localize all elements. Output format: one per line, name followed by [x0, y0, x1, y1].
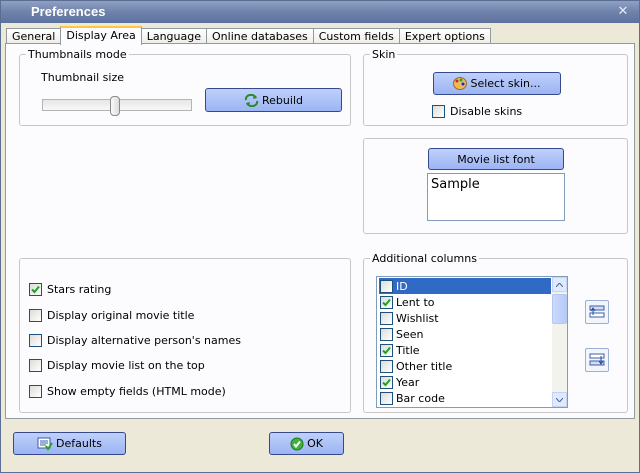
list-item-label: Wishlist [396, 311, 439, 325]
rebuild-button[interactable]: Rebuild [205, 88, 342, 112]
dialog-body: General Display Area Language Online dat… [1, 23, 639, 472]
list-item[interactable]: Wishlist [379, 310, 551, 326]
option-label: Stars rating [47, 283, 112, 296]
additional-columns-group: Additional columns ID Lent to Wishlist S… [363, 252, 628, 413]
list-item[interactable]: Lent to [379, 294, 551, 310]
scroll-up-icon[interactable] [552, 277, 567, 292]
tab-display-area[interactable]: Display Area [60, 26, 142, 45]
list-item[interactable]: Bar code [379, 390, 551, 406]
display-options-group: Stars rating Display original movie titl… [19, 258, 351, 413]
movie-list-font-label: Movie list font [457, 152, 535, 166]
checkbox-box[interactable] [380, 295, 393, 309]
option-display-movie-list-on-top[interactable]: Display movie list on the top [29, 359, 205, 372]
close-icon[interactable]: ✕ [615, 4, 631, 20]
checkbox-box[interactable] [380, 311, 393, 325]
defaults-label: Defaults [56, 437, 102, 450]
thumbnail-size-slider-thumb[interactable] [110, 96, 120, 116]
move-up-icon[interactable] [585, 300, 609, 324]
option-stars-rating[interactable]: Stars rating [29, 283, 111, 296]
option-display-original-movie-title[interactable]: Display original movie title [29, 309, 194, 322]
option-show-empty-fields[interactable]: Show empty fields (HTML mode) [29, 385, 226, 398]
list-item-label: Bar code [396, 391, 445, 405]
checkbox-box[interactable] [380, 375, 393, 389]
scroll-down-icon[interactable] [552, 392, 567, 407]
list-item[interactable]: ID [379, 278, 551, 294]
checkbox-box[interactable] [29, 385, 42, 398]
additional-columns-label: Additional columns [370, 252, 479, 265]
list-item-label: ID [396, 279, 408, 293]
select-skin-label: Select skin... [470, 77, 541, 90]
list-item-label: Seen [396, 327, 424, 341]
list-item[interactable]: Year [379, 374, 551, 390]
checkbox-box[interactable] [29, 334, 42, 347]
skin-group: Skin Select skin... Disable skins [363, 48, 628, 126]
list-item[interactable]: Title [379, 342, 551, 358]
columns-listbox[interactable]: ID Lent to Wishlist Seen Title Other tit… [376, 276, 568, 408]
movie-list-font-button[interactable]: Movie list font [428, 148, 564, 170]
title-bar[interactable]: Preferences ✕ [1, 1, 639, 23]
checkbox-box[interactable] [29, 309, 42, 322]
option-label: Display original movie title [47, 309, 195, 322]
option-label: Display movie list on the top [47, 359, 205, 372]
ok-button[interactable]: OK [269, 432, 344, 455]
scrollbar-thumb[interactable] [552, 294, 567, 324]
move-down-icon[interactable] [585, 348, 609, 372]
window-title: Preferences [31, 4, 106, 19]
preferences-window: Preferences ✕ General Display Area Langu… [0, 0, 640, 473]
thumbnails-group-label: Thumbnails mode [26, 48, 129, 61]
disable-skins-box[interactable] [432, 105, 445, 118]
thumbnail-size-label: Thumbnail size [41, 71, 125, 84]
thumbnails-group: Thumbnails mode Thumbnail size Rebuild [19, 48, 351, 126]
list-item[interactable]: Other title [379, 358, 551, 374]
list-item[interactable]: Seen [379, 326, 551, 342]
check-icon [290, 437, 304, 451]
disable-skins-checkbox[interactable]: Disable skins [432, 105, 522, 118]
ok-label: OK [307, 437, 323, 450]
disable-skins-label: Disable skins [450, 105, 523, 118]
checkbox-box[interactable] [29, 359, 42, 372]
checkbox-box[interactable] [380, 391, 393, 405]
checkbox-box[interactable] [380, 343, 393, 357]
checkbox-box[interactable] [29, 283, 42, 296]
refresh-icon [244, 93, 259, 107]
columns-scrollbar[interactable] [552, 277, 567, 407]
font-group: Movie list font Sample [363, 138, 628, 234]
option-label: Show empty fields (HTML mode) [47, 385, 226, 398]
font-sample-box: Sample [427, 173, 565, 221]
option-display-alternative-person-names[interactable]: Display alternative person's names [29, 334, 241, 347]
checkbox-box[interactable] [380, 359, 393, 373]
defaults-icon [37, 437, 53, 451]
list-item-label: Lent to [396, 295, 435, 309]
option-label: Display alternative person's names [47, 334, 241, 347]
checkbox-box[interactable] [380, 327, 393, 341]
list-item-label: Year [396, 375, 420, 389]
defaults-button[interactable]: Defaults [13, 432, 126, 455]
tab-page-display-area: Thumbnails mode Thumbnail size Rebuild S… [5, 43, 635, 419]
skin-group-label: Skin [370, 48, 398, 61]
list-item-label: Title [396, 343, 420, 357]
palette-icon [453, 77, 468, 90]
rebuild-label: Rebuild [262, 93, 303, 107]
checkbox-box[interactable] [380, 279, 393, 293]
list-item-label: Other title [396, 359, 453, 373]
select-skin-button[interactable]: Select skin... [433, 72, 561, 95]
